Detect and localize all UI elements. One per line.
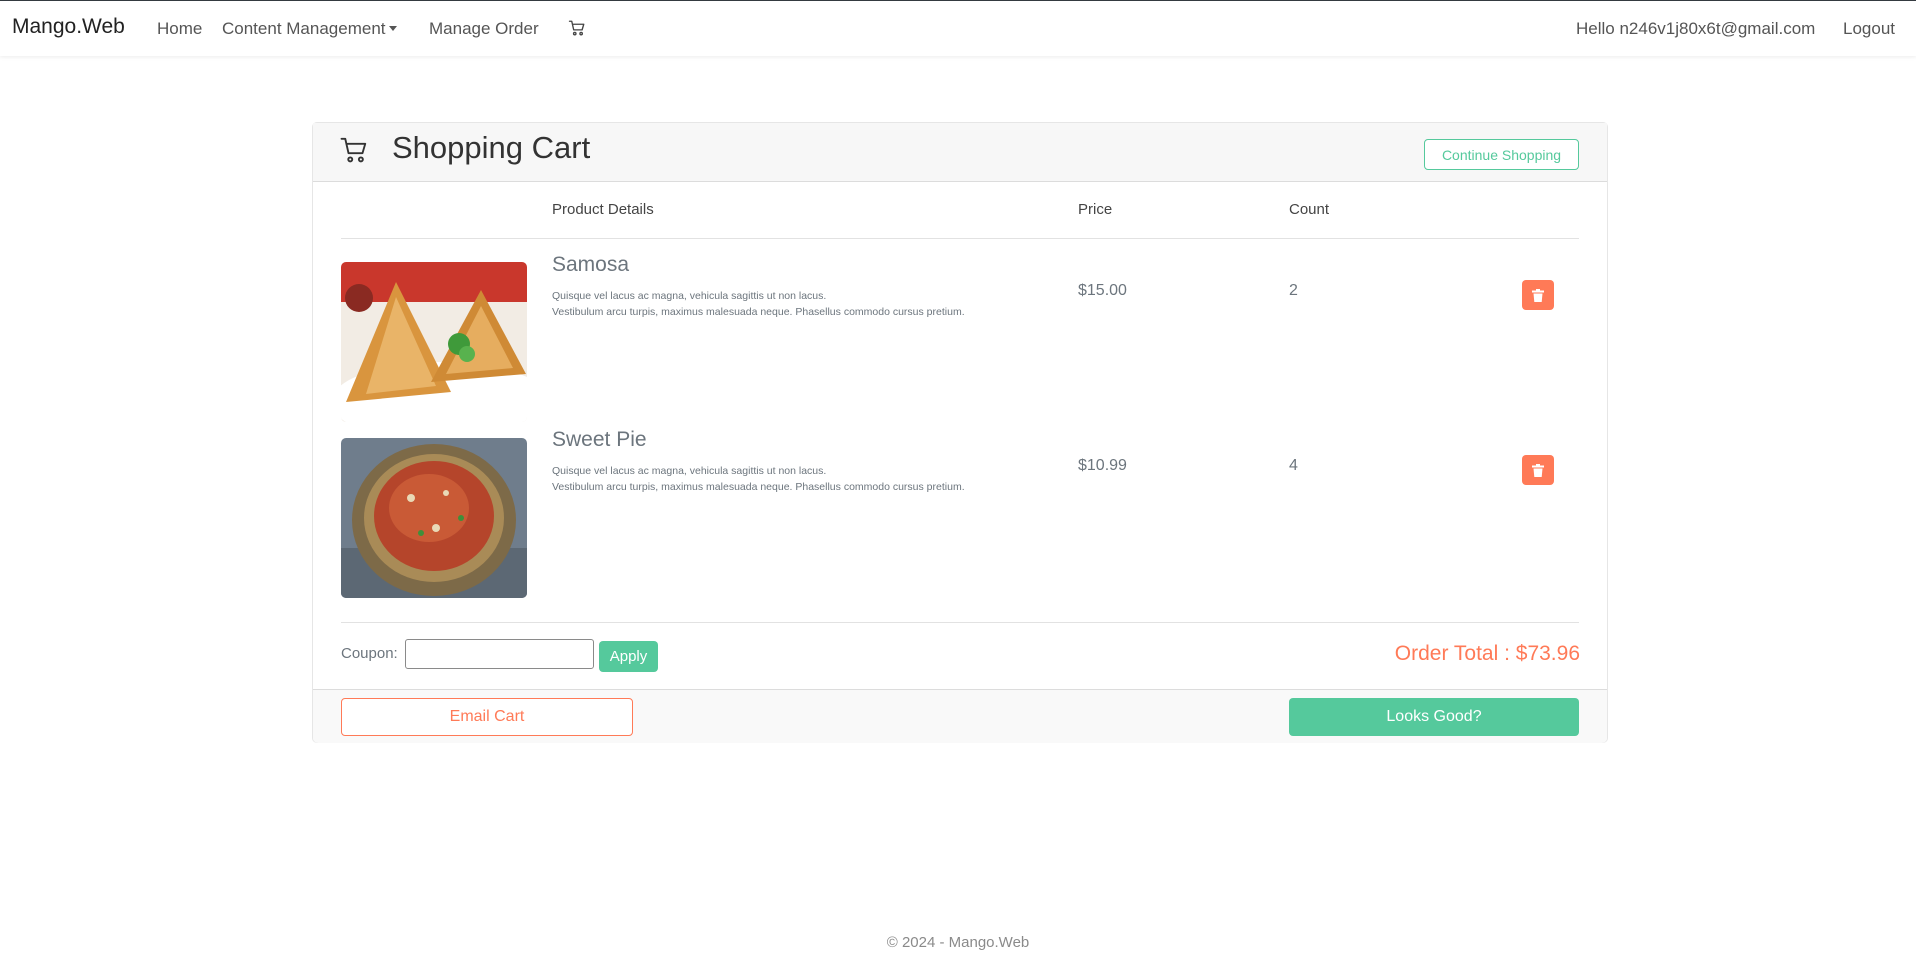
- product-name-sweet-pie: Sweet Pie: [552, 428, 647, 451]
- trash-icon: [1532, 288, 1544, 302]
- product-description-samosa: Quisque vel lacus ac magna, vehicula sag…: [552, 288, 965, 320]
- column-header-product-details: Product Details: [552, 201, 654, 218]
- looks-good-button[interactable]: Looks Good?: [1289, 698, 1579, 736]
- description-line: Quisque vel lacus ac magna, vehicula sag…: [552, 290, 827, 302]
- divider: [341, 238, 1579, 239]
- cart-header: Shopping Cart Continue Shopping: [313, 123, 1607, 182]
- nav-manage-order[interactable]: Manage Order: [429, 19, 539, 39]
- sweet-pie-product-image: [341, 438, 527, 598]
- email-cart-button[interactable]: Email Cart: [341, 698, 633, 736]
- product-name-samosa: Samosa: [552, 253, 630, 276]
- coupon-input[interactable]: [405, 639, 594, 669]
- description-line: Vestibulum arcu turpis, maximus malesuad…: [552, 306, 965, 318]
- nav-logout[interactable]: Logout: [1843, 19, 1895, 39]
- cart-footer: Email Cart Looks Good?: [313, 689, 1607, 743]
- column-header-count: Count: [1289, 201, 1330, 218]
- shopping-cart-card: Shopping Cart Continue Shopping Product …: [312, 122, 1608, 743]
- description-line: Vestibulum arcu turpis, maximus malesuad…: [552, 481, 965, 493]
- continue-shopping-button[interactable]: Continue Shopping: [1424, 139, 1579, 170]
- product-description-sweet-pie: Quisque vel lacus ac magna, vehicula sag…: [552, 463, 965, 495]
- trash-icon: [1532, 463, 1544, 477]
- nav-home[interactable]: Home: [157, 19, 202, 39]
- price-sweet-pie: $10.99: [1078, 457, 1127, 474]
- brand-logo[interactable]: Mango.Web: [12, 15, 125, 39]
- page-title: Shopping Cart: [392, 130, 591, 165]
- apply-coupon-button[interactable]: Apply: [599, 641, 658, 672]
- user-greeting[interactable]: Hello n246v1j80x6t@gmail.com: [1576, 19, 1815, 39]
- caret-down-icon: [388, 26, 397, 31]
- count-sweet-pie: 4: [1289, 457, 1298, 474]
- delete-samosa-button[interactable]: [1522, 280, 1554, 310]
- page-footer: © 2024 - Mango.Web: [886, 934, 1030, 951]
- divider: [341, 622, 1579, 623]
- price-samosa: $15.00: [1078, 282, 1127, 299]
- delete-sweet-pie-button[interactable]: [1522, 455, 1554, 485]
- cart-icon: [340, 137, 367, 163]
- column-header-price: Price: [1078, 201, 1113, 218]
- samosa-product-image: [341, 262, 527, 422]
- top-navbar: Mango.Web Home Content Management Manage…: [0, 0, 1916, 56]
- description-line: Quisque vel lacus ac magna, vehicula sag…: [552, 465, 827, 477]
- order-total: Order Total : $73.96: [1394, 642, 1580, 665]
- cart-icon[interactable]: [568, 19, 586, 37]
- coupon-label: Coupon:: [341, 645, 398, 662]
- nav-content-management[interactable]: Content Management: [222, 19, 397, 39]
- nav-content-management-label: Content Management: [222, 19, 386, 38]
- count-samosa: 2: [1289, 282, 1298, 299]
